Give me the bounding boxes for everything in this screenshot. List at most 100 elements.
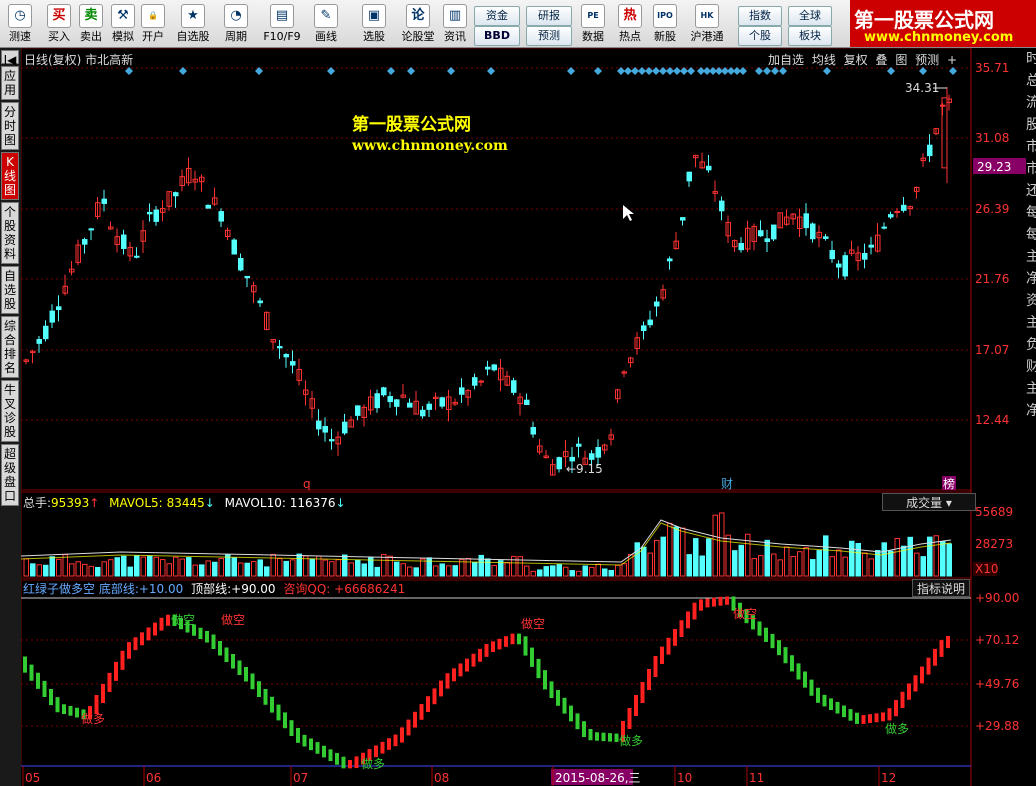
volume-bar [413, 567, 419, 577]
side-tab-5[interactable]: 综合排名 [1, 316, 19, 378]
volume-bar [433, 565, 439, 577]
period-button[interactable]: ◔ 周期 [216, 0, 256, 47]
oscillator-bar [133, 637, 138, 651]
candle-body [940, 104, 946, 107]
oscillator-bar [562, 697, 567, 714]
oscillator-bar [257, 681, 261, 697]
draw-button[interactable]: ✎ 画线 [306, 0, 346, 47]
volume-bar [810, 559, 816, 577]
top-action-2[interactable]: 复权 [844, 53, 872, 67]
oscillator-bar [419, 704, 424, 720]
volume-bar [654, 539, 660, 577]
top-action-6[interactable]: + [947, 53, 957, 67]
top-label: 顶部线: [191, 582, 232, 596]
watch-button[interactable]: ★ 自选股 [174, 0, 212, 47]
oscillator-bar [458, 663, 463, 677]
oscillator-bar [406, 719, 411, 736]
xaxis-label: 2015-08-26,三 [555, 771, 641, 785]
oscillator-bar [231, 654, 235, 669]
volume-bar [660, 536, 666, 577]
hk-button[interactable]: HK 沪港通 [684, 0, 730, 47]
oscillator-bar [224, 647, 229, 662]
volume-bar [218, 557, 224, 577]
oscillator-bar [777, 640, 781, 656]
collapse-icon[interactable]: I◀ [1, 50, 19, 67]
volume-bar [335, 559, 341, 577]
candle-body [407, 402, 413, 408]
top-action-0[interactable]: 加自选 [768, 53, 808, 67]
candle-body [706, 165, 712, 171]
oscillator-bar [484, 644, 489, 657]
volume-bar [251, 561, 257, 577]
side-tab-4[interactable]: 自选股 [1, 266, 19, 314]
xaxis-label: 12 [881, 771, 896, 785]
open-button[interactable]: 🔒 开户 [138, 0, 168, 47]
indicator-help-button[interactable]: 指标说明 [912, 579, 970, 597]
hot-button[interactable]: 热热点 [614, 0, 646, 47]
volume-bar [589, 566, 595, 577]
toolbar-6-button[interactable]: 个股 [738, 26, 782, 46]
candle-body [881, 226, 887, 229]
oscillator-bar [783, 647, 788, 664]
toolbar-4-button[interactable]: 指数 [738, 6, 782, 26]
oscillator-bar [348, 760, 352, 769]
data-button[interactable]: PE 数据 [578, 0, 608, 47]
candle-body [667, 258, 673, 262]
f10-button[interactable]: ▤ F10/F9 [260, 0, 304, 47]
candle-body [836, 263, 842, 268]
top-action-3[interactable]: 叠 [875, 53, 891, 67]
toolbar-7-button[interactable]: 板块 [788, 26, 832, 46]
oscillator-bar [237, 660, 242, 675]
candle-body [803, 213, 809, 229]
info-button[interactable]: ▥ 资讯 [440, 0, 470, 47]
side-tab-1[interactable]: 分时图 [1, 102, 19, 150]
buy-button[interactable]: 买买入 [44, 0, 74, 47]
pick-button[interactable]: ▣ 选股 [356, 0, 392, 47]
right-char: 负 [1026, 337, 1036, 353]
toolbar-3-button[interactable]: 预测 [526, 26, 572, 46]
side-tab-3[interactable]: 个股资料 [1, 202, 19, 264]
oscillator-bar [588, 729, 593, 741]
kline-chart[interactable]: 35.7131.0826.3921.7617.0712.4429.2334.31… [21, 48, 1036, 786]
candle-body [524, 399, 530, 405]
right-char: 每 [1026, 205, 1036, 221]
volume-bar [868, 558, 874, 577]
toolbar-2-button[interactable]: BBD [474, 26, 520, 46]
volume-bar [784, 546, 790, 577]
right-char: 净 [1026, 271, 1036, 287]
side-tab-7[interactable]: 超级盘口 [1, 444, 19, 506]
volume-bar [543, 566, 549, 577]
toolbar-5-button[interactable]: 全球 [788, 6, 832, 26]
indicator-selector[interactable]: 成交量 ▾ [882, 493, 976, 511]
top-action-1[interactable]: 均线 [812, 53, 840, 67]
xaxis-label: 11 [749, 771, 764, 785]
oscillator-bar [55, 697, 60, 713]
forum-button[interactable]: 论论股堂 [398, 0, 438, 47]
right-char: 股 [1026, 117, 1036, 133]
volume-bar [361, 563, 367, 577]
side-tab-0[interactable]: 应用 [1, 66, 19, 100]
side-tab-2[interactable]: K线图 [1, 152, 19, 200]
price-axis-label: 17.07 [975, 343, 1009, 357]
top-action-5[interactable]: 预测 [915, 53, 943, 67]
mavol10-label: MAVOL10: [224, 496, 286, 510]
ipo-button[interactable]: IPO 新股 [650, 0, 680, 47]
side-tab-6[interactable]: 牛叉诊股 [1, 380, 19, 442]
huice-button[interactable]: ◷ 测速 [2, 0, 38, 47]
toolbar-1-button[interactable]: 研报 [526, 6, 572, 26]
top-action-4[interactable]: 图 [895, 53, 911, 67]
candle-body [244, 275, 250, 279]
volume-bar [641, 546, 647, 577]
toolbar-0-button[interactable]: 资金 [474, 6, 520, 26]
candle-body [316, 420, 322, 430]
volume-bar [452, 565, 458, 577]
volume-bar [134, 555, 140, 577]
sim-button[interactable]: ⚒ 模拟 [108, 0, 138, 47]
sell-button[interactable]: 卖卖出 [76, 0, 106, 47]
candle-body [771, 224, 777, 240]
oscillator-bar [874, 713, 879, 723]
volume-bar [192, 564, 198, 577]
indicator-header: 红绿子做多空 底部线:+10.00 顶部线:+90.00 咨询QQ: +6668… [23, 580, 405, 597]
volume-bar [127, 566, 133, 577]
oscillator-bar [166, 614, 170, 626]
